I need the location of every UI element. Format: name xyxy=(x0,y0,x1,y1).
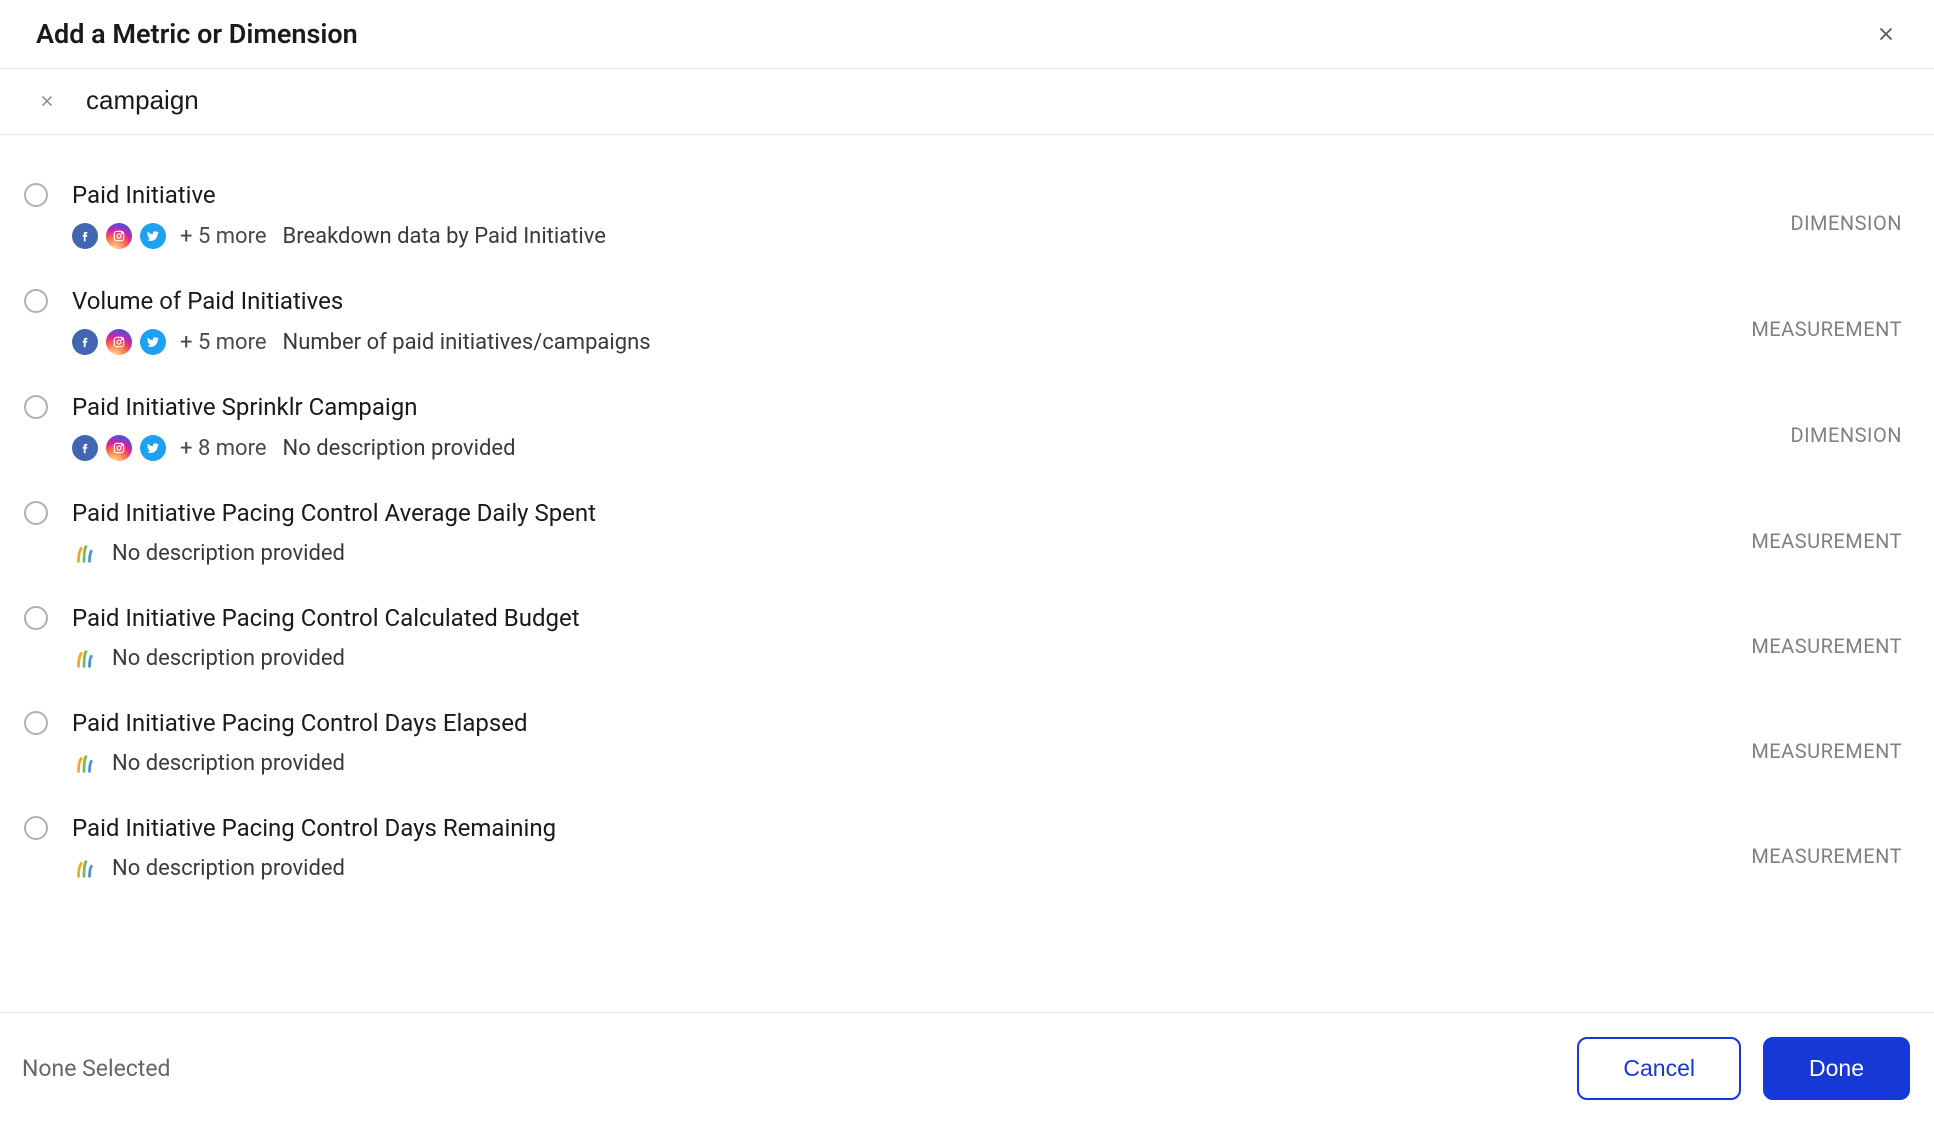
item-body: Paid Initiative Pacing Control Average D… xyxy=(72,499,1910,566)
item-type-label: DIMENSION xyxy=(1790,423,1902,447)
clear-search-button[interactable] xyxy=(36,90,58,112)
instagram-icon xyxy=(106,435,132,461)
item-meta: No description provided xyxy=(72,646,1751,671)
item-body: Paid Initiative Pacing Control Days Elap… xyxy=(72,709,1910,776)
item-meta: No description provided xyxy=(72,751,1751,776)
list-item[interactable]: Paid Initiative Sprinklr Campaign + 8 mo… xyxy=(24,383,1910,489)
item-type-label: MEASUREMENT xyxy=(1751,739,1902,763)
item-main: Paid Initiative Sprinklr Campaign + 8 mo… xyxy=(72,393,1790,461)
modal-add-metric-dimension: Add a Metric or Dimension Paid Initiativ… xyxy=(0,0,1934,1124)
radio-button[interactable] xyxy=(24,816,48,840)
close-icon xyxy=(1875,23,1897,45)
item-type-label: MEASUREMENT xyxy=(1751,634,1902,658)
sprinklr-icon xyxy=(72,857,96,881)
item-main: Paid Initiative Pacing Control Days Elap… xyxy=(72,709,1751,776)
item-meta: + 8 more No description provided xyxy=(72,435,1790,461)
item-meta: No description provided xyxy=(72,856,1751,881)
item-title: Volume of Paid Initiatives xyxy=(72,287,1751,315)
item-title: Paid Initiative Pacing Control Days Elap… xyxy=(72,709,1751,737)
x-icon xyxy=(38,92,56,110)
search-row xyxy=(0,69,1934,135)
cancel-button[interactable]: Cancel xyxy=(1577,1037,1741,1100)
results-list[interactable]: Paid Initiative + 5 more Breakdown data … xyxy=(0,135,1934,1012)
sprinklr-icon xyxy=(72,752,96,776)
item-title: Paid Initiative Pacing Control Days Rema… xyxy=(72,814,1751,842)
item-body: Paid Initiative Pacing Control Calculate… xyxy=(72,604,1910,671)
search-input[interactable] xyxy=(86,85,1898,116)
item-description: Number of paid initiatives/campaigns xyxy=(283,330,651,355)
more-count: + 8 more xyxy=(180,436,267,461)
item-meta: + 5 more Number of paid initiatives/camp… xyxy=(72,329,1751,355)
twitter-icon xyxy=(140,329,166,355)
item-description: No description provided xyxy=(283,436,516,461)
facebook-icon xyxy=(72,435,98,461)
item-type-label: MEASUREMENT xyxy=(1751,529,1902,553)
item-body: Paid Initiative Pacing Control Days Rema… xyxy=(72,814,1910,881)
close-button[interactable] xyxy=(1872,20,1900,48)
modal-header: Add a Metric or Dimension xyxy=(0,0,1934,69)
item-body: Paid Initiative + 5 more Breakdown data … xyxy=(72,181,1910,249)
item-main: Paid Initiative + 5 more Breakdown data … xyxy=(72,181,1790,249)
item-meta: + 5 more Breakdown data by Paid Initiati… xyxy=(72,223,1790,249)
twitter-icon xyxy=(140,223,166,249)
item-main: Paid Initiative Pacing Control Calculate… xyxy=(72,604,1751,671)
item-description: No description provided xyxy=(112,541,345,566)
sprinklr-icon xyxy=(72,647,96,671)
item-description: No description provided xyxy=(112,856,345,881)
item-type-label: MEASUREMENT xyxy=(1751,844,1902,868)
list-item[interactable]: Paid Initiative Pacing Control Days Elap… xyxy=(24,699,1910,804)
footer-actions: Cancel Done xyxy=(1577,1037,1910,1100)
item-body: Paid Initiative Sprinklr Campaign + 8 mo… xyxy=(72,393,1910,461)
selection-status: None Selected xyxy=(22,1055,171,1082)
list-item[interactable]: Volume of Paid Initiatives + 5 more Numb… xyxy=(24,277,1910,383)
item-title: Paid Initiative Sprinklr Campaign xyxy=(72,393,1790,421)
more-count: + 5 more xyxy=(180,330,267,355)
list-item[interactable]: Paid Initiative Pacing Control Calculate… xyxy=(24,594,1910,699)
item-type-label: MEASUREMENT xyxy=(1751,317,1902,341)
radio-button[interactable] xyxy=(24,289,48,313)
list-item[interactable]: Paid Initiative Pacing Control Average D… xyxy=(24,489,1910,594)
radio-button[interactable] xyxy=(24,606,48,630)
done-button[interactable]: Done xyxy=(1763,1037,1910,1100)
instagram-icon xyxy=(106,223,132,249)
modal-title: Add a Metric or Dimension xyxy=(36,18,358,50)
facebook-icon xyxy=(72,329,98,355)
radio-button[interactable] xyxy=(24,711,48,735)
item-type-label: DIMENSION xyxy=(1790,211,1902,235)
item-body: Volume of Paid Initiatives + 5 more Numb… xyxy=(72,287,1910,355)
list-item[interactable]: Paid Initiative Pacing Control Days Rema… xyxy=(24,804,1910,909)
radio-button[interactable] xyxy=(24,395,48,419)
sprinklr-icon xyxy=(72,542,96,566)
facebook-icon xyxy=(72,223,98,249)
twitter-icon xyxy=(140,435,166,461)
item-description: No description provided xyxy=(112,646,345,671)
item-title: Paid Initiative xyxy=(72,181,1790,209)
item-description: No description provided xyxy=(112,751,345,776)
item-description: Breakdown data by Paid Initiative xyxy=(283,224,606,249)
item-main: Volume of Paid Initiatives + 5 more Numb… xyxy=(72,287,1751,355)
item-main: Paid Initiative Pacing Control Days Rema… xyxy=(72,814,1751,881)
item-main: Paid Initiative Pacing Control Average D… xyxy=(72,499,1751,566)
more-count: + 5 more xyxy=(180,224,267,249)
list-item[interactable]: Paid Initiative + 5 more Breakdown data … xyxy=(24,171,1910,277)
radio-button[interactable] xyxy=(24,183,48,207)
radio-button[interactable] xyxy=(24,501,48,525)
item-meta: No description provided xyxy=(72,541,1751,566)
item-title: Paid Initiative Pacing Control Average D… xyxy=(72,499,1751,527)
modal-footer: None Selected Cancel Done xyxy=(0,1012,1934,1124)
instagram-icon xyxy=(106,329,132,355)
item-title: Paid Initiative Pacing Control Calculate… xyxy=(72,604,1751,632)
